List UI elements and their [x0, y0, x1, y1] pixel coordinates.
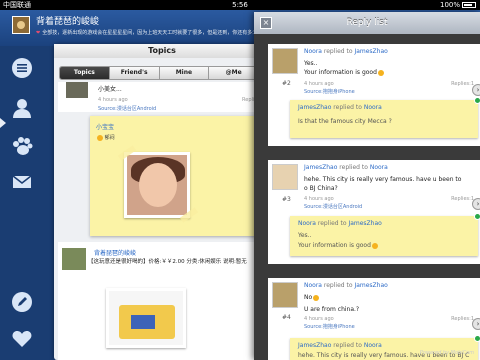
avatar[interactable] — [272, 164, 298, 190]
quoted-reply[interactable]: JamesZhao replied to Noora hehe. This ci… — [290, 335, 480, 360]
emoticon-icon — [97, 134, 103, 141]
reply-text: No — [304, 294, 320, 301]
avatar[interactable] — [12, 16, 30, 34]
heart-icon: ❤ — [36, 30, 41, 36]
status-dot-icon — [474, 97, 480, 104]
sidebar — [0, 46, 44, 360]
quote-text: Yes.. — [298, 232, 312, 239]
reply-text: Yes.. — [304, 60, 318, 67]
menu-icon[interactable] — [10, 56, 34, 80]
profile-username: 背着琵琶的峻峻 — [36, 17, 100, 27]
quote-header: Noora replied to JamesZhao — [298, 220, 382, 227]
feed-source[interactable]: Source:漫话台区Android — [98, 105, 156, 112]
avatar[interactable] — [62, 248, 86, 270]
feed-text: 【这玩意还是很好喝的】价格:￥￥2.00 分类:休闲娱乐 说明:暂无 — [88, 259, 247, 265]
quoted-reply[interactable]: JamesZhao replied to Noora Is that the f… — [290, 97, 480, 138]
paw-icon[interactable] — [10, 134, 34, 158]
topics-tabs: Topics Friend's Mine @Me — [59, 66, 259, 80]
reply-text: Your information is good — [304, 69, 384, 76]
reply-source[interactable]: Source:抱抱身iPhone — [304, 88, 355, 95]
reply-text: U are from china.? — [304, 306, 360, 313]
heart-icon[interactable] — [10, 326, 34, 350]
emoticon-icon — [371, 242, 378, 249]
battery-indicator: 100% — [440, 0, 476, 10]
edit-icon[interactable] — [10, 290, 34, 314]
topics-title: Topics — [54, 44, 270, 58]
reply-number: #4 — [282, 314, 291, 321]
reply-source[interactable]: Source:漫话台区Android — [304, 203, 362, 210]
reply-number: #3 — [282, 196, 291, 203]
reply-card[interactable]: #4 Noora replied to JamesZhao No U are f… — [268, 278, 480, 360]
tab-topics[interactable]: Topics — [60, 67, 110, 79]
reply-card[interactable]: #3 JamesZhao replied to Noora hehe. This… — [268, 160, 480, 264]
reply-header-line: Noora replied to JamesZhao — [304, 48, 388, 55]
reply-number: #2 — [282, 80, 291, 87]
chevron-right-icon[interactable]: › — [472, 84, 480, 96]
quote-header: JamesZhao replied to Noora — [298, 104, 382, 111]
battery-icon — [462, 2, 476, 8]
emoticon-icon — [377, 69, 384, 76]
reply-header: × Reply list — [254, 12, 480, 34]
reply-header-line: JamesZhao replied to Noora — [304, 164, 388, 171]
reply-time: 4 hours ago — [304, 316, 334, 322]
reply-count[interactable]: Replies:1 — [451, 196, 474, 202]
status-bar: 中国联通 5:56 100% — [0, 0, 480, 10]
note-author[interactable]: 小宝宝 — [96, 122, 114, 131]
tab-mine[interactable]: Mine — [159, 67, 210, 79]
reply-time: 4 hours ago — [304, 196, 334, 202]
reply-header-line: Noora replied to JamesZhao — [304, 282, 388, 289]
chevron-right-icon[interactable]: › — [472, 318, 480, 330]
quote-header: JamesZhao replied to Noora — [298, 342, 382, 349]
note-text: 郁闷 — [96, 134, 115, 141]
quote-text: Your information is good — [298, 242, 378, 249]
tab-at-me[interactable]: @Me — [209, 67, 258, 79]
feed-item[interactable]: 小美女... 4 hours ago Source:漫话台区Android Re… — [58, 82, 266, 112]
feed-text: 小美女... — [98, 86, 122, 93]
reply-card[interactable]: #2 Noora replied to JamesZhao Yes.. Your… — [268, 44, 480, 146]
emoticon-icon — [313, 294, 320, 301]
reply-count[interactable]: Replies:1 — [451, 316, 474, 322]
mail-icon[interactable] — [10, 170, 34, 194]
feed-time: 4 hours ago — [98, 97, 128, 103]
reply-count[interactable]: Replies:1 — [451, 81, 474, 87]
photo-image[interactable] — [106, 288, 186, 348]
photo-image[interactable] — [124, 152, 190, 218]
quoted-reply[interactable]: Noora replied to JamesZhao Yes.. Your in… — [290, 213, 480, 256]
feed-item[interactable]: 背着琵琶的峻峻 【这玩意还是很好喝的】价格:￥￥2.00 分类:休闲娱乐 说明:… — [58, 242, 266, 360]
reply-panel: × Reply list #2 Noora replied to JamesZh… — [254, 12, 480, 360]
quote-text: Is that the famous city Mecca ? — [298, 118, 392, 125]
avatar[interactable] — [272, 282, 298, 308]
clock-label: 5:56 — [232, 1, 248, 9]
sticky-note[interactable]: 小宝宝 郁闷 — [90, 116, 258, 236]
reply-title: Reply list — [346, 18, 388, 28]
reply-list: #2 Noora replied to JamesZhao Yes.. Your… — [254, 34, 480, 360]
chevron-right-icon[interactable]: › — [472, 198, 480, 210]
status-dot-icon — [474, 335, 480, 342]
reply-time: 4 hours ago — [304, 81, 334, 87]
avatar[interactable] — [66, 82, 88, 98]
avatar[interactable] — [272, 48, 298, 74]
reply-source[interactable]: Source:抱抱身iPhone — [304, 323, 355, 330]
selection-arrow-icon — [0, 118, 6, 128]
reply-text: hehe. This city is really very famous. h… — [304, 176, 462, 183]
tab-friends[interactable]: Friend's — [109, 67, 160, 79]
reply-text: o BJ China? — [304, 185, 338, 192]
feed-author[interactable]: 背着琵琶的峻峻 — [94, 248, 136, 257]
profile-motto: ❤ 全部技，逐新出现的游戏会在星星星星间，因为上班天天工时就要了很多，但是还到，你… — [36, 30, 278, 36]
person-icon[interactable] — [10, 96, 34, 120]
status-dot-icon — [474, 213, 480, 220]
powered-by-label: Powered by MobiCom — [419, 350, 474, 356]
